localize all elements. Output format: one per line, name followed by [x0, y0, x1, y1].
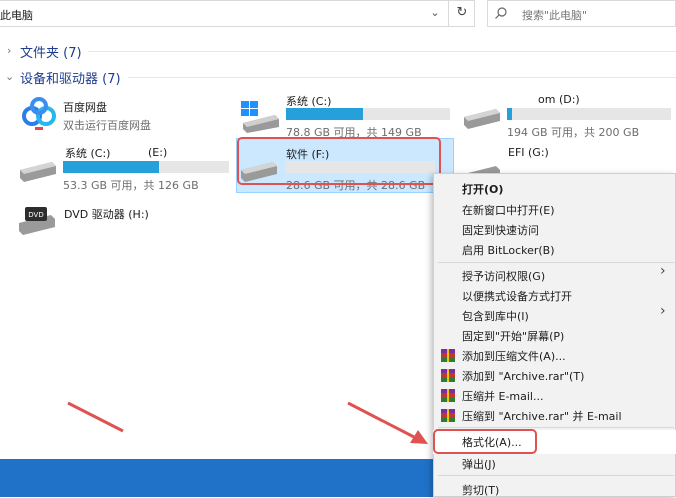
menu-separator: [438, 427, 674, 428]
menu-item-cut[interactable]: 剪切(T): [462, 482, 499, 498]
divider: [128, 77, 676, 78]
capacity-bar: [507, 108, 671, 120]
drive-icon: [464, 109, 500, 129]
drive-icon: [20, 162, 56, 182]
annotation-box: [237, 137, 441, 185]
dvd-drive-icon: DVD: [19, 207, 55, 235]
capacity-fill: [286, 108, 364, 120]
menu-separator: [438, 475, 674, 476]
baidu-netdisk-icon: [22, 97, 56, 130]
annotation-box: [433, 429, 537, 454]
submenu-arrow-icon: ›: [660, 303, 666, 319]
winrar-icon: [441, 409, 455, 422]
drive-name[interactable]: 系统 (C:): [65, 145, 110, 161]
winrar-icon: [441, 389, 455, 402]
address-text: 此电脑: [0, 9, 33, 22]
menu-item-grant-access[interactable]: 授予访问权限(G): [462, 268, 545, 284]
group-devices[interactable]: 设备和驱动器 (7): [20, 68, 121, 87]
menu-item-add-rar[interactable]: 添加到 "Archive.rar"(T): [462, 368, 584, 384]
capacity-fill: [63, 161, 160, 173]
winrar-icon: [441, 349, 455, 362]
chevron-right-icon[interactable]: ›: [7, 44, 11, 57]
address-bar[interactable]: [0, 0, 475, 27]
capacity-bar: [63, 161, 229, 173]
chevron-down-icon[interactable]: ⌄: [5, 70, 14, 83]
menu-item-open-portable[interactable]: 以便携式设备方式打开: [462, 288, 572, 304]
drive-name-secondary: (E:): [148, 146, 168, 159]
capacity-fill: [507, 108, 512, 120]
dvd-badge: DVD: [28, 211, 43, 219]
refresh-icon[interactable]: ↻: [448, 0, 475, 27]
menu-item-open[interactable]: 打开(O): [462, 181, 503, 197]
drive-size: 53.3 GB 可用，共 126 GB: [63, 179, 199, 192]
menu-item-pin-quick-access[interactable]: 固定到快速访问: [462, 222, 539, 238]
search-icon: [495, 7, 507, 19]
drive-name[interactable]: 系统 (C:): [286, 93, 331, 109]
menu-item-compress-email[interactable]: 压缩并 E-mail...: [462, 388, 543, 404]
divider: [88, 51, 676, 52]
item-subtitle: 双击运行百度网盘: [63, 119, 151, 132]
menu-item-bitlocker[interactable]: 启用 BitLocker(B): [462, 242, 555, 258]
drive-name[interactable]: om (D:): [538, 93, 580, 106]
menu-separator: [438, 262, 674, 263]
chevron-down-icon[interactable]: ⌄: [428, 6, 442, 20]
winrar-icon: [441, 369, 455, 382]
menu-item-add-archive[interactable]: 添加到压缩文件(A)...: [462, 348, 566, 364]
capacity-bar: [286, 108, 450, 120]
item-name[interactable]: 百度网盘: [63, 99, 107, 115]
menu-item-pin-start[interactable]: 固定到"开始"屏幕(P): [462, 328, 564, 344]
menu-item-eject[interactable]: 弹出(J): [462, 456, 496, 472]
menu-item-include-library[interactable]: 包含到库中(I): [462, 308, 529, 324]
drive-name[interactable]: EFI (G:): [508, 146, 549, 159]
drive-size: 194 GB 可用，共 200 GB: [507, 126, 640, 139]
submenu-arrow-icon: ›: [660, 263, 666, 279]
menu-item-open-new-window[interactable]: 在新窗口中打开(E): [462, 202, 555, 218]
search-placeholder: 搜索"此电脑": [522, 9, 588, 22]
windows-drive-icon: [241, 101, 279, 133]
menu-item-compress-rar-email[interactable]: 压缩到 "Archive.rar" 并 E-mail: [462, 408, 622, 424]
drive-name[interactable]: DVD 驱动器 (H:): [64, 206, 149, 222]
group-folders[interactable]: 文件夹 (7): [20, 42, 82, 61]
